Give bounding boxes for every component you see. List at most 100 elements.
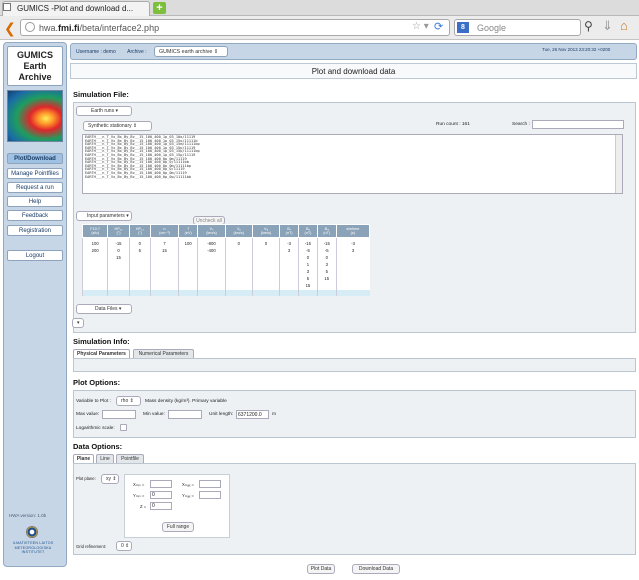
z-input[interactable]: 0 [150,502,172,510]
full-range-button[interactable]: Full range [162,522,194,532]
small-select[interactable]: ▾ [72,318,84,328]
page-title: Plot and download data [70,63,637,79]
param-value[interactable]: 100 [179,240,197,247]
sidebar-item-manage-pointfiles[interactable]: Manage Pointfiles [7,168,63,179]
param-value[interactable]: 5 [299,275,317,282]
download-arrow-icon[interactable]: ⇓ [602,18,613,34]
column-header[interactable]: HP₁₂ (°) [128,224,151,238]
simulation-file-list[interactable]: EARTH___n_T_Vx_Bx_By_Bz__15_100_400_1p_0… [82,134,623,194]
archive-select[interactable]: GUMICS earth archive ⇕ [154,46,228,57]
search-icon[interactable]: ⚲ [584,19,593,33]
variable-value: rho [121,398,129,404]
unit-length-label: Unit length: [209,412,234,417]
ymin-input[interactable]: 0 [150,491,172,499]
param-value[interactable]: -5 [299,247,317,254]
datetime: Tue, 26 Nov 2013 23:20:32 +0200 [542,47,611,52]
param-value[interactable]: 200 [83,247,107,254]
param-value[interactable]: 0 [130,240,150,247]
logout-button[interactable]: Logout [7,250,63,261]
sidebar-item-registration[interactable]: Registration [7,225,63,236]
plot-data-button[interactable]: Plot Data [307,564,335,574]
param-value[interactable]: 0 [318,254,336,261]
sidebar-item-feedback[interactable]: Feedback [7,210,63,221]
column-header[interactable]: n (cm⁻³) [149,224,180,238]
param-value[interactable]: 3 [318,261,336,268]
tab-physical-parameters[interactable]: Physical Parameters [73,349,130,358]
sidebar-item-plot-download[interactable]: Plot/Download [7,153,63,164]
column-header[interactable]: Vᵧ (km/s) [224,224,253,238]
data-files-select[interactable]: Data Files ▾ [76,304,132,314]
xmax-input[interactable] [199,480,221,488]
param-value[interactable]: -400 [198,247,224,254]
xmin-input[interactable] [150,480,172,488]
run-type-select[interactable]: Synthetic stationary ⇕ [83,121,152,131]
back-arrow-icon[interactable]: ❮ [4,20,16,37]
param-value[interactable]: 5 [130,247,150,254]
column-header[interactable]: Vₓ (km/s) [197,224,226,238]
param-value[interactable]: 15 [151,247,178,254]
param-value[interactable]: -3 [280,240,298,247]
param-value[interactable]: 15 [318,275,336,282]
browser-tab[interactable]: GUMICS -Plot and download d... [2,1,150,16]
column-header[interactable]: HP₁₂ (°) [107,224,130,238]
max-value-input[interactable] [102,410,136,419]
param-value[interactable]: -15 [299,240,317,247]
ymax-input[interactable] [199,491,221,499]
param-value[interactable]: 7 [151,240,178,247]
column-header[interactable]: Vᵩ (km/s) [251,224,281,238]
param-value[interactable]: -15 [318,240,336,247]
param-value[interactable]: -15 [108,240,128,247]
grid-refinement-select[interactable]: 0 ⇕ [116,541,132,551]
sidebar-item-help[interactable]: Help [7,196,63,207]
column-header[interactable]: simtime (s) [335,224,371,238]
param-value[interactable]: 3 [280,247,298,254]
param-value[interactable]: 0 [299,254,317,261]
column-header[interactable]: F10.7 (sfu) [81,224,109,238]
param-value[interactable]: 0 [226,240,252,247]
url-bar[interactable]: hwa.fmi.fi/beta/interface2.php [20,19,450,36]
param-value[interactable]: 3 [299,268,317,275]
param-value[interactable]: 1 [299,261,317,268]
search-label: Search : [512,122,530,127]
home-icon[interactable]: ⌂ [620,18,628,33]
tab-line[interactable]: Line [96,454,114,463]
column-header[interactable]: Bₓ (nT) [279,224,300,238]
tab-pointfile[interactable]: Pointfile [116,454,144,463]
log-scale-label: Logarithmic scale: [76,426,115,431]
tab-plane[interactable]: Plane [73,454,94,463]
param-value[interactable]: 3 [337,247,370,254]
column-header[interactable]: T (eV) [177,224,199,238]
file-list-scrollbar[interactable] [615,135,622,193]
column-header[interactable]: Bᵩ (nT) [316,224,337,238]
runs-select[interactable]: Earth runs ▾ [76,106,132,116]
param-value[interactable]: 15 [299,282,317,289]
param-value[interactable]: 5 [318,268,336,275]
download-data-button[interactable]: Download Data [352,564,400,574]
sidebar-item-request-run[interactable]: Request a run [7,182,63,193]
log-scale-checkbox[interactable] [120,424,127,431]
plot-plane-select[interactable]: xy ⇕ [101,474,119,484]
list-item[interactable]: EARTH___n_T_Vx_Bx_By_Bz__15_100_400_0p_0… [85,175,620,180]
browser-search-field[interactable]: Google [454,19,581,36]
variable-select[interactable]: rho ⇕ [116,396,141,406]
param-value[interactable]: -3 [337,240,370,247]
param-value[interactable]: -5 [318,247,336,254]
param-value[interactable]: 100 [83,240,107,247]
param-value[interactable]: -800 [198,240,224,247]
plot-plane-label: Plot plane: [76,476,96,481]
new-tab-button[interactable]: + [153,2,166,14]
star-icon[interactable]: ☆ ▾ [412,21,429,32]
unit-length-input[interactable]: 6371200.0 [236,410,269,419]
param-value[interactable]: 0 [253,240,279,247]
param-value[interactable]: 0 [108,247,128,254]
run-search-input[interactable] [532,120,624,129]
param-value[interactable]: 15 [108,254,128,261]
username-label: Username : demo [76,49,116,55]
tab-numerical-parameters[interactable]: Numerical Parameters [133,349,194,358]
input-parameters-select[interactable]: Input parameters ▾ [76,211,132,221]
runs-select-value: Earth runs [91,108,115,114]
search-engine-icon[interactable]: 8 [457,22,469,33]
reload-icon[interactable]: ⟳ [434,20,443,33]
min-value-input[interactable] [168,410,202,419]
column-header[interactable]: Bᵧ (nT) [298,224,318,238]
